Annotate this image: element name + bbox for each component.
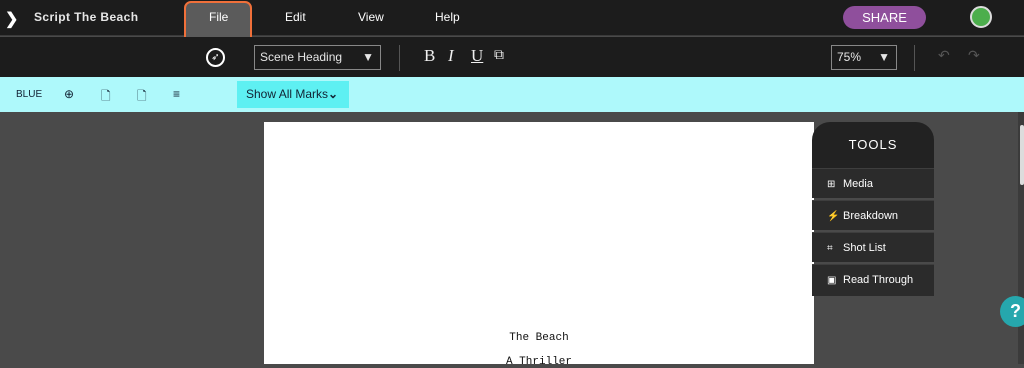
magic-wand-icon: ⚡	[827, 211, 840, 222]
chevron-down-icon: ⌄	[327, 87, 338, 101]
online-status-icon[interactable]	[970, 6, 992, 28]
tool-shot-list[interactable]: ⌗ Shot List	[812, 232, 934, 262]
italic-button[interactable]: I	[448, 46, 454, 66]
tool-read-through[interactable]: ▣ Read Through	[812, 264, 934, 296]
remove-page-icon[interactable]: 🗋	[137, 87, 147, 108]
script-subtitle: A Thriller	[505, 356, 572, 368]
script-title: The Beach	[509, 332, 569, 344]
link-icon[interactable]: ⧉	[494, 48, 504, 64]
underline-button[interactable]: U	[471, 46, 483, 66]
toolbar-divider	[914, 45, 915, 71]
revision-marks-bar: BLUE ⊕ 🗋 🗋 ≡ Show All Marks ⌄	[0, 77, 1024, 112]
expand-chevron-icon[interactable]: ❯	[5, 9, 18, 29]
zoom-select[interactable]: 75% ▼	[831, 45, 897, 70]
show-marks-label: Show All Marks	[246, 87, 329, 101]
tool-media[interactable]: ⊞ Media	[812, 168, 934, 198]
tool-label: Read Through	[843, 274, 914, 286]
chevron-down-icon: ▼	[878, 50, 890, 64]
share-button[interactable]: SHARE	[843, 6, 926, 29]
script-page[interactable]: The Beach A Thriller	[264, 122, 814, 368]
zoom-value: 75%	[837, 50, 862, 64]
element-type-select[interactable]: Scene Heading ▼	[254, 45, 381, 70]
element-type-value: Scene Heading	[260, 50, 343, 64]
media-icon: ⊞	[827, 179, 836, 190]
add-mark-icon[interactable]: ⊕	[64, 87, 74, 101]
shot-list-icon: ⌗	[827, 243, 833, 254]
app-title: Script The Beach	[34, 10, 139, 24]
format-toolbar: ➶ Scene Heading ▼ B I U ⧉ 75% ▼ ↶ ↷	[0, 37, 1024, 77]
menu-help[interactable]: Help	[435, 10, 460, 24]
top-menu-bar: ❯ Script The Beach File Edit View Help S…	[0, 0, 1024, 45]
toolbar-divider	[399, 45, 400, 71]
menu-file[interactable]: File	[209, 10, 228, 24]
chevron-down-icon: ▼	[362, 50, 374, 64]
redo-icon[interactable]: ↷	[968, 47, 980, 64]
bold-button[interactable]: B	[424, 46, 435, 66]
undo-icon[interactable]: ↶	[938, 47, 950, 64]
help-button[interactable]: ?	[1000, 296, 1024, 327]
scrollbar-thumb[interactable]	[1020, 125, 1024, 185]
revision-color-label: BLUE	[16, 89, 43, 100]
navigator-compass-icon[interactable]: ➶	[206, 48, 225, 67]
read-through-icon: ▣	[827, 275, 837, 286]
lines-icon[interactable]: ≡	[173, 87, 180, 101]
tool-label: Media	[843, 178, 873, 190]
add-page-icon[interactable]: 🗋	[101, 87, 111, 108]
show-all-marks-dropdown[interactable]: Show All Marks ⌄	[237, 81, 349, 108]
tool-label: Breakdown	[843, 210, 899, 222]
tools-header: TOOLS	[812, 122, 934, 168]
menu-view[interactable]: View	[358, 10, 384, 24]
tool-label: Shot List	[843, 242, 886, 254]
menu-edit[interactable]: Edit	[285, 10, 306, 24]
tool-breakdown[interactable]: ⚡ Breakdown	[812, 200, 934, 230]
